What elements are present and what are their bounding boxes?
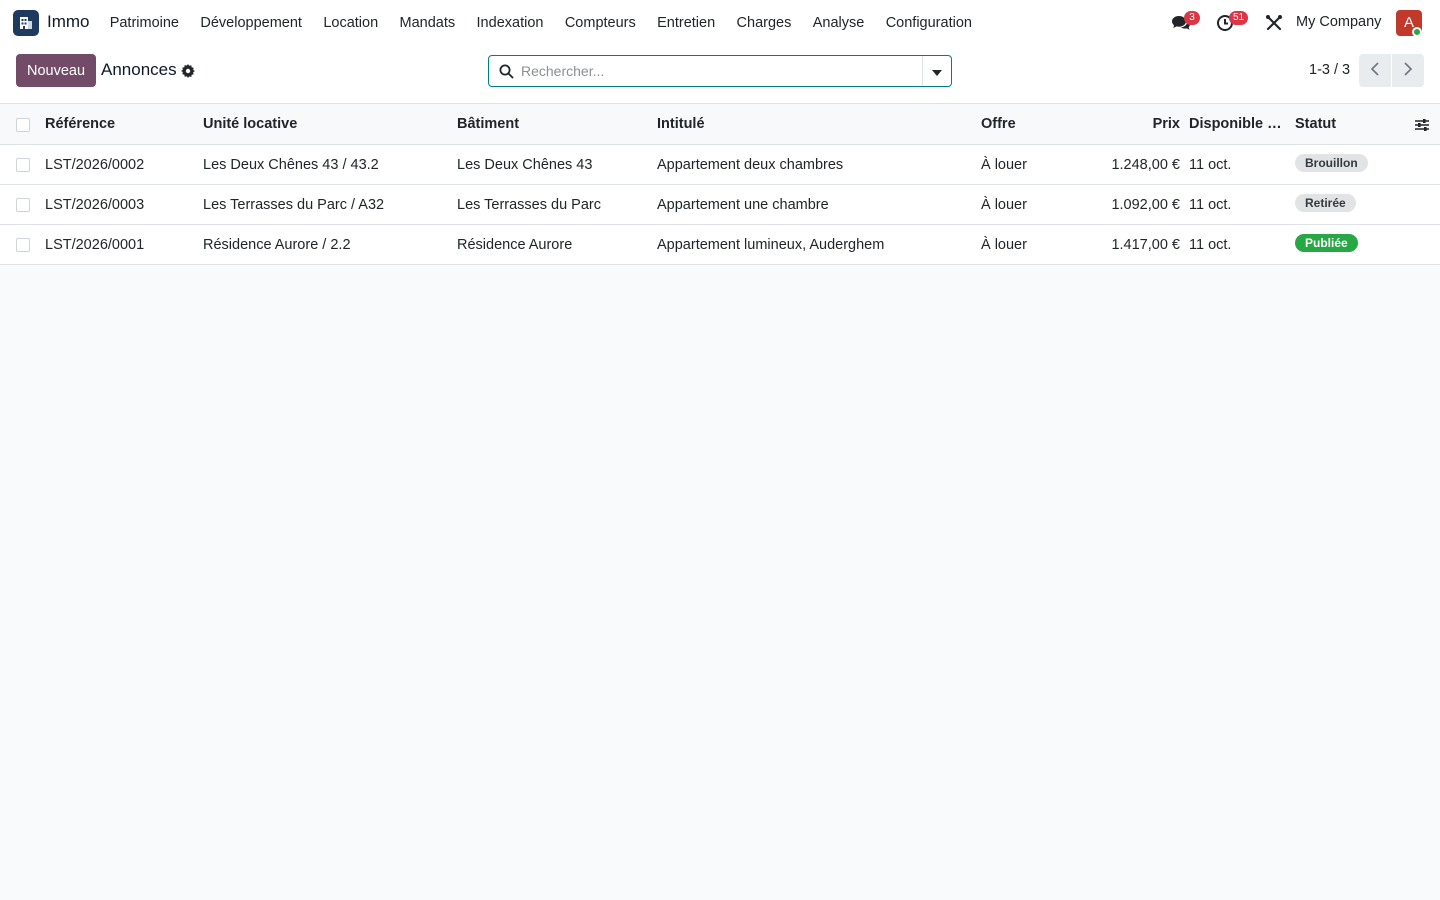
column-header-status[interactable]: Statut	[1295, 104, 1395, 144]
cell-offer: À louer	[981, 237, 1027, 253]
cell-unit: Les Terrasses du Parc / A32	[203, 197, 385, 213]
menu-item-charges[interactable]: Charges	[726, 0, 802, 46]
pager-previous-button[interactable]	[1359, 54, 1391, 87]
table-header: Référence Unité locative Bâtiment Intitu…	[0, 104, 1440, 145]
top-navbar: Immo Patrimoine Développement Location M…	[0, 0, 1440, 46]
chevron-right-icon	[1403, 62, 1413, 79]
cell-unit: Les Deux Chênes 43 / 43.2	[203, 157, 379, 173]
tools-icon[interactable]	[1263, 12, 1285, 34]
menu-item-developpement[interactable]: Développement	[190, 0, 313, 46]
table-row[interactable]: LST/2026/0003 Les Terrasses du Parc / A3…	[0, 185, 1440, 225]
table-row[interactable]: LST/2026/0001 Résidence Aurore / 2.2 Rés…	[0, 225, 1440, 265]
column-header-title[interactable]: Intitulé	[657, 104, 972, 144]
cell-title: Appartement deux chambres	[657, 157, 844, 173]
menu-item-compteurs[interactable]: Compteurs	[554, 0, 646, 46]
pager-value[interactable]: 1-3 / 3	[1309, 62, 1350, 78]
cell-available: 11 oct.	[1189, 237, 1232, 253]
search-bar	[488, 55, 952, 87]
menu-item-patrimoine[interactable]: Patrimoine	[99, 0, 190, 46]
page-title: Annonces	[101, 60, 177, 79]
cell-building: Résidence Aurore	[457, 237, 573, 253]
list-view: Référence Unité locative Bâtiment Intitu…	[0, 104, 1440, 265]
column-header-price[interactable]: Prix	[1080, 104, 1180, 144]
control-panel: Nouveau Annonces 1-3 / 3	[0, 46, 1440, 104]
new-button[interactable]: Nouveau	[16, 54, 96, 87]
building-icon[interactable]	[13, 10, 39, 36]
row-checkbox[interactable]	[16, 198, 30, 212]
pager-next-button[interactable]	[1392, 54, 1424, 87]
search-options-toggle[interactable]	[922, 56, 951, 86]
cell-status: Brouillon	[1295, 145, 1395, 185]
cell-status: Publiée	[1295, 225, 1395, 265]
menu-item-analyse[interactable]: Analyse	[802, 0, 875, 46]
gear-icon[interactable]	[181, 64, 195, 78]
cell-reference: LST/2026/0001	[45, 237, 145, 253]
cell-price: 1.417,00 €	[1111, 237, 1180, 253]
menu-item-mandats[interactable]: Mandats	[389, 0, 466, 46]
column-header-available[interactable]: Disponible à ...	[1189, 104, 1287, 144]
cell-price: 1.248,00 €	[1111, 157, 1180, 173]
menu-item-entretien[interactable]: Entretien	[646, 0, 725, 46]
cell-reference: LST/2026/0002	[45, 157, 145, 173]
cell-title: Appartement une chambre	[657, 197, 829, 213]
cell-reference: LST/2026/0003	[45, 197, 145, 213]
cell-available: 11 oct.	[1189, 157, 1232, 173]
activities-count-badge: 51	[1229, 11, 1249, 25]
cell-building: Les Terrasses du Parc	[457, 197, 601, 213]
column-header-offer[interactable]: Offre	[981, 104, 1071, 144]
search-input[interactable]	[521, 56, 921, 86]
status-badge: Publiée	[1295, 234, 1358, 253]
caret-down-icon	[932, 63, 942, 79]
cell-offer: À louer	[981, 157, 1027, 173]
company-switcher[interactable]: My Company	[1296, 14, 1381, 30]
app-name[interactable]: Immo	[47, 12, 90, 32]
cell-price: 1.092,00 €	[1111, 197, 1180, 213]
column-header-reference[interactable]: Référence	[45, 104, 195, 144]
row-checkbox[interactable]	[16, 238, 30, 252]
cell-building: Les Deux Chênes 43	[457, 157, 593, 173]
search-icon	[499, 64, 514, 79]
row-checkbox[interactable]	[16, 158, 30, 172]
chevron-left-icon	[1370, 62, 1380, 79]
cell-offer: À louer	[981, 197, 1027, 213]
cell-status: Retirée	[1295, 185, 1395, 225]
messages-count-badge: 3	[1184, 11, 1200, 25]
select-all-checkbox[interactable]	[16, 118, 30, 132]
table-row[interactable]: LST/2026/0002 Les Deux Chênes 43 / 43.2 …	[0, 145, 1440, 185]
optional-columns-sliders-icon[interactable]	[1414, 117, 1430, 133]
cell-available: 11 oct.	[1189, 197, 1232, 213]
status-badge: Retirée	[1295, 194, 1356, 213]
column-header-unit[interactable]: Unité locative	[203, 104, 448, 144]
column-header-building[interactable]: Bâtiment	[457, 104, 647, 144]
cell-title: Appartement lumineux, Auderghem	[657, 237, 885, 253]
main-menu: Patrimoine Développement Location Mandat…	[99, 0, 983, 46]
status-badge: Brouillon	[1295, 154, 1368, 173]
menu-item-indexation[interactable]: Indexation	[466, 0, 554, 46]
menu-item-location[interactable]: Location	[313, 0, 389, 46]
cell-unit: Résidence Aurore / 2.2	[203, 237, 351, 253]
menu-item-configuration[interactable]: Configuration	[875, 0, 983, 46]
online-status-dot	[1412, 27, 1422, 37]
